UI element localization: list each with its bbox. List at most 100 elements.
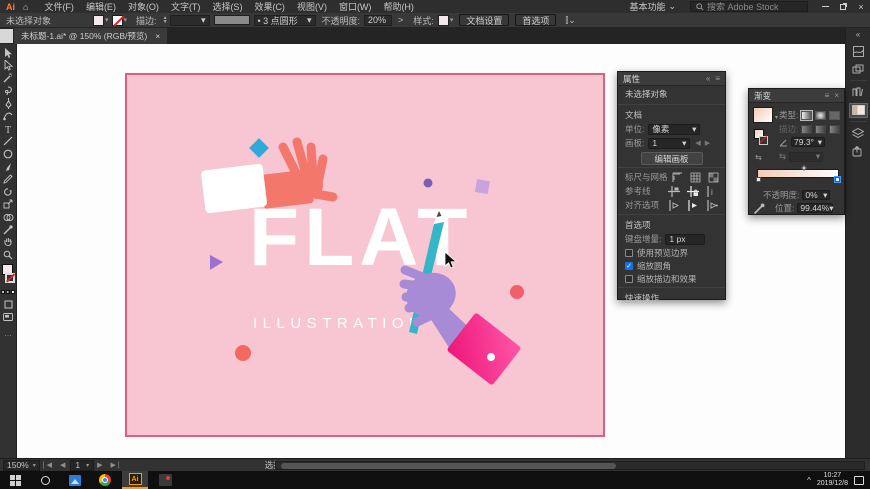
photos-app-button[interactable] xyxy=(60,471,90,489)
paintbrush-tool[interactable] xyxy=(0,160,17,173)
arrange-icon[interactable]: ⫿⌄ xyxy=(565,15,575,26)
stroke-weight-field[interactable]: ▾ xyxy=(169,14,210,26)
menu-select[interactable]: 选择(S) xyxy=(206,0,248,13)
lasso-tool[interactable] xyxy=(0,85,17,98)
layers-panel-icon[interactable] xyxy=(849,126,868,141)
panel-menu-icon[interactable]: ≡ xyxy=(825,91,830,100)
type-tool[interactable]: T xyxy=(0,123,17,136)
snap-to-grid-icon[interactable] xyxy=(668,199,680,211)
menu-edit[interactable]: 编辑(E) xyxy=(80,0,122,13)
pen-tool[interactable] xyxy=(0,97,17,110)
artboard-dropdown[interactable]: 1 ▾ xyxy=(648,137,691,149)
scale-strokes-checkbox-row[interactable]: 缩放描边和效果 xyxy=(618,272,725,285)
rotate-tool[interactable] xyxy=(0,186,17,199)
edit-artboards-button[interactable]: 编辑画板 xyxy=(640,152,703,165)
zoom-tool[interactable] xyxy=(0,249,17,262)
ellipse-tool[interactable] xyxy=(0,148,17,161)
edit-toolbar-ellipsis[interactable]: … xyxy=(4,329,12,338)
gradient-stop-left[interactable] xyxy=(756,177,761,182)
horizontal-scrollbar[interactable] xyxy=(275,461,865,470)
gradient-angle-field[interactable]: 79.3° ▾ xyxy=(791,137,825,147)
close-button[interactable]: × xyxy=(852,0,870,13)
gradient-swatch[interactable] xyxy=(753,107,773,123)
panel-menu-icon[interactable]: ≡ xyxy=(715,74,720,83)
freeform-gradient-type-icon[interactable] xyxy=(829,110,841,120)
show-guides-icon[interactable] xyxy=(668,185,680,197)
artboard-prev-icon[interactable]: ◀ xyxy=(695,139,700,147)
snap-to-point-icon[interactable] xyxy=(706,199,718,211)
gradient-panel-header[interactable]: 渐变 ≡ × xyxy=(749,89,844,103)
snap-to-pixel-icon[interactable] xyxy=(687,199,699,211)
screen-mode-button[interactable] xyxy=(0,311,17,324)
scale-corners-checkbox-row[interactable]: ✓ 缩放圆角 xyxy=(618,259,725,272)
document-tab[interactable]: 未标题-1.ai* @ 150% (RGB/预览) × xyxy=(14,28,168,44)
unit-dropdown[interactable]: 像素 ▾ xyxy=(648,123,701,135)
workspace-switcher[interactable]: 基本功能 ⌄ xyxy=(623,0,682,13)
start-button[interactable] xyxy=(0,471,30,489)
brush-definition-dropdown[interactable]: • 3 点圆形 ▾ xyxy=(253,14,316,26)
home-icon[interactable]: ⌂ xyxy=(23,2,28,12)
gradient-slider[interactable] xyxy=(756,165,841,183)
selection-tool[interactable] xyxy=(0,47,17,60)
expand-panels-icon[interactable]: « xyxy=(856,28,860,42)
properties-tab[interactable]: 属性 xyxy=(623,73,640,85)
style-chevron-icon[interactable]: ▾ xyxy=(450,16,454,24)
fill-stroke-indicator[interactable] xyxy=(0,264,17,288)
keyboard-increment-field[interactable]: 1 px xyxy=(665,233,706,245)
scrollbar-thumb[interactable] xyxy=(281,463,616,469)
radial-gradient-type-icon[interactable] xyxy=(815,110,827,120)
color-mode-icon[interactable] xyxy=(1,290,5,295)
fill-chevron-icon[interactable]: ▾ xyxy=(105,16,109,24)
color-panel-icon[interactable] xyxy=(849,44,868,59)
preview-bounds-checkbox[interactable] xyxy=(625,248,633,257)
libraries-panel-icon[interactable] xyxy=(849,85,868,100)
scale-tool[interactable] xyxy=(0,198,17,211)
eyedropper-icon[interactable] xyxy=(753,203,765,215)
gradient-swatch-chevron-icon[interactable]: ▾ xyxy=(775,114,778,121)
gradient-mode-icon[interactable] xyxy=(6,290,10,295)
minimize-button[interactable] xyxy=(816,0,834,13)
opacity-expand-icon[interactable]: > xyxy=(398,15,403,25)
show-grid-icon[interactable] xyxy=(690,172,701,183)
artboard-next-icon[interactable]: ▶ xyxy=(705,139,710,147)
next-artboard-icon[interactable]: ▶ xyxy=(97,461,104,469)
pencil-tool[interactable] xyxy=(0,173,17,186)
width-profile-preview[interactable] xyxy=(213,15,250,25)
transparency-grid-icon[interactable] xyxy=(708,172,719,183)
menu-file[interactable]: 文件(F) xyxy=(38,0,80,13)
style-swatch[interactable] xyxy=(437,14,449,26)
menu-view[interactable]: 视图(V) xyxy=(291,0,333,13)
gradient-midpoint-handle[interactable] xyxy=(801,165,807,171)
stroke-stepper[interactable]: ▲ ▼ xyxy=(163,16,168,25)
menu-window[interactable]: 窗口(W) xyxy=(333,0,378,13)
scale-strokes-checkbox[interactable] xyxy=(625,274,633,283)
properties-panel-header[interactable]: 属性 « ≡ xyxy=(618,72,725,86)
preferences-button[interactable]: 首选项 xyxy=(515,14,557,26)
asset-export-panel-icon[interactable] xyxy=(849,144,868,159)
cortana-button[interactable] xyxy=(30,471,60,489)
draw-mode-button[interactable] xyxy=(0,298,17,311)
color-mode-buttons[interactable] xyxy=(1,290,15,295)
document-setup-button[interactable]: 文档设置 xyxy=(459,14,510,26)
gradient-stroke-box[interactable] xyxy=(759,136,768,145)
stroke-swatch[interactable] xyxy=(4,273,15,284)
gradient-panel-icon[interactable] xyxy=(848,102,868,118)
first-artboard-icon[interactable]: |◀ xyxy=(43,461,54,469)
hand-tool[interactable] xyxy=(0,236,17,249)
restore-button[interactable] xyxy=(834,0,852,13)
panel-close-icon[interactable]: × xyxy=(834,91,839,100)
artboard-navigation-dropdown[interactable]: 1 ▾ xyxy=(70,459,95,471)
last-artboard-icon[interactable]: ▶| xyxy=(111,461,122,469)
tab-close-icon[interactable]: × xyxy=(155,31,160,41)
eyedropper-tool[interactable] xyxy=(0,223,17,236)
stroke-color-swatch[interactable] xyxy=(111,14,123,26)
fill-color-swatch[interactable] xyxy=(93,14,105,26)
gradient-stop-right[interactable] xyxy=(834,176,841,183)
menu-effect[interactable]: 效果(C) xyxy=(248,0,291,13)
stock-search-input[interactable]: 搜索 Adobe Stock xyxy=(690,1,808,12)
none-mode-icon[interactable] xyxy=(11,290,15,295)
scale-corners-checkbox[interactable]: ✓ xyxy=(625,261,633,270)
gradient-opacity-field[interactable]: 0% ▾ xyxy=(802,190,831,200)
menu-object[interactable]: 对象(O) xyxy=(122,0,165,13)
line-segment-tool[interactable] xyxy=(0,135,17,148)
